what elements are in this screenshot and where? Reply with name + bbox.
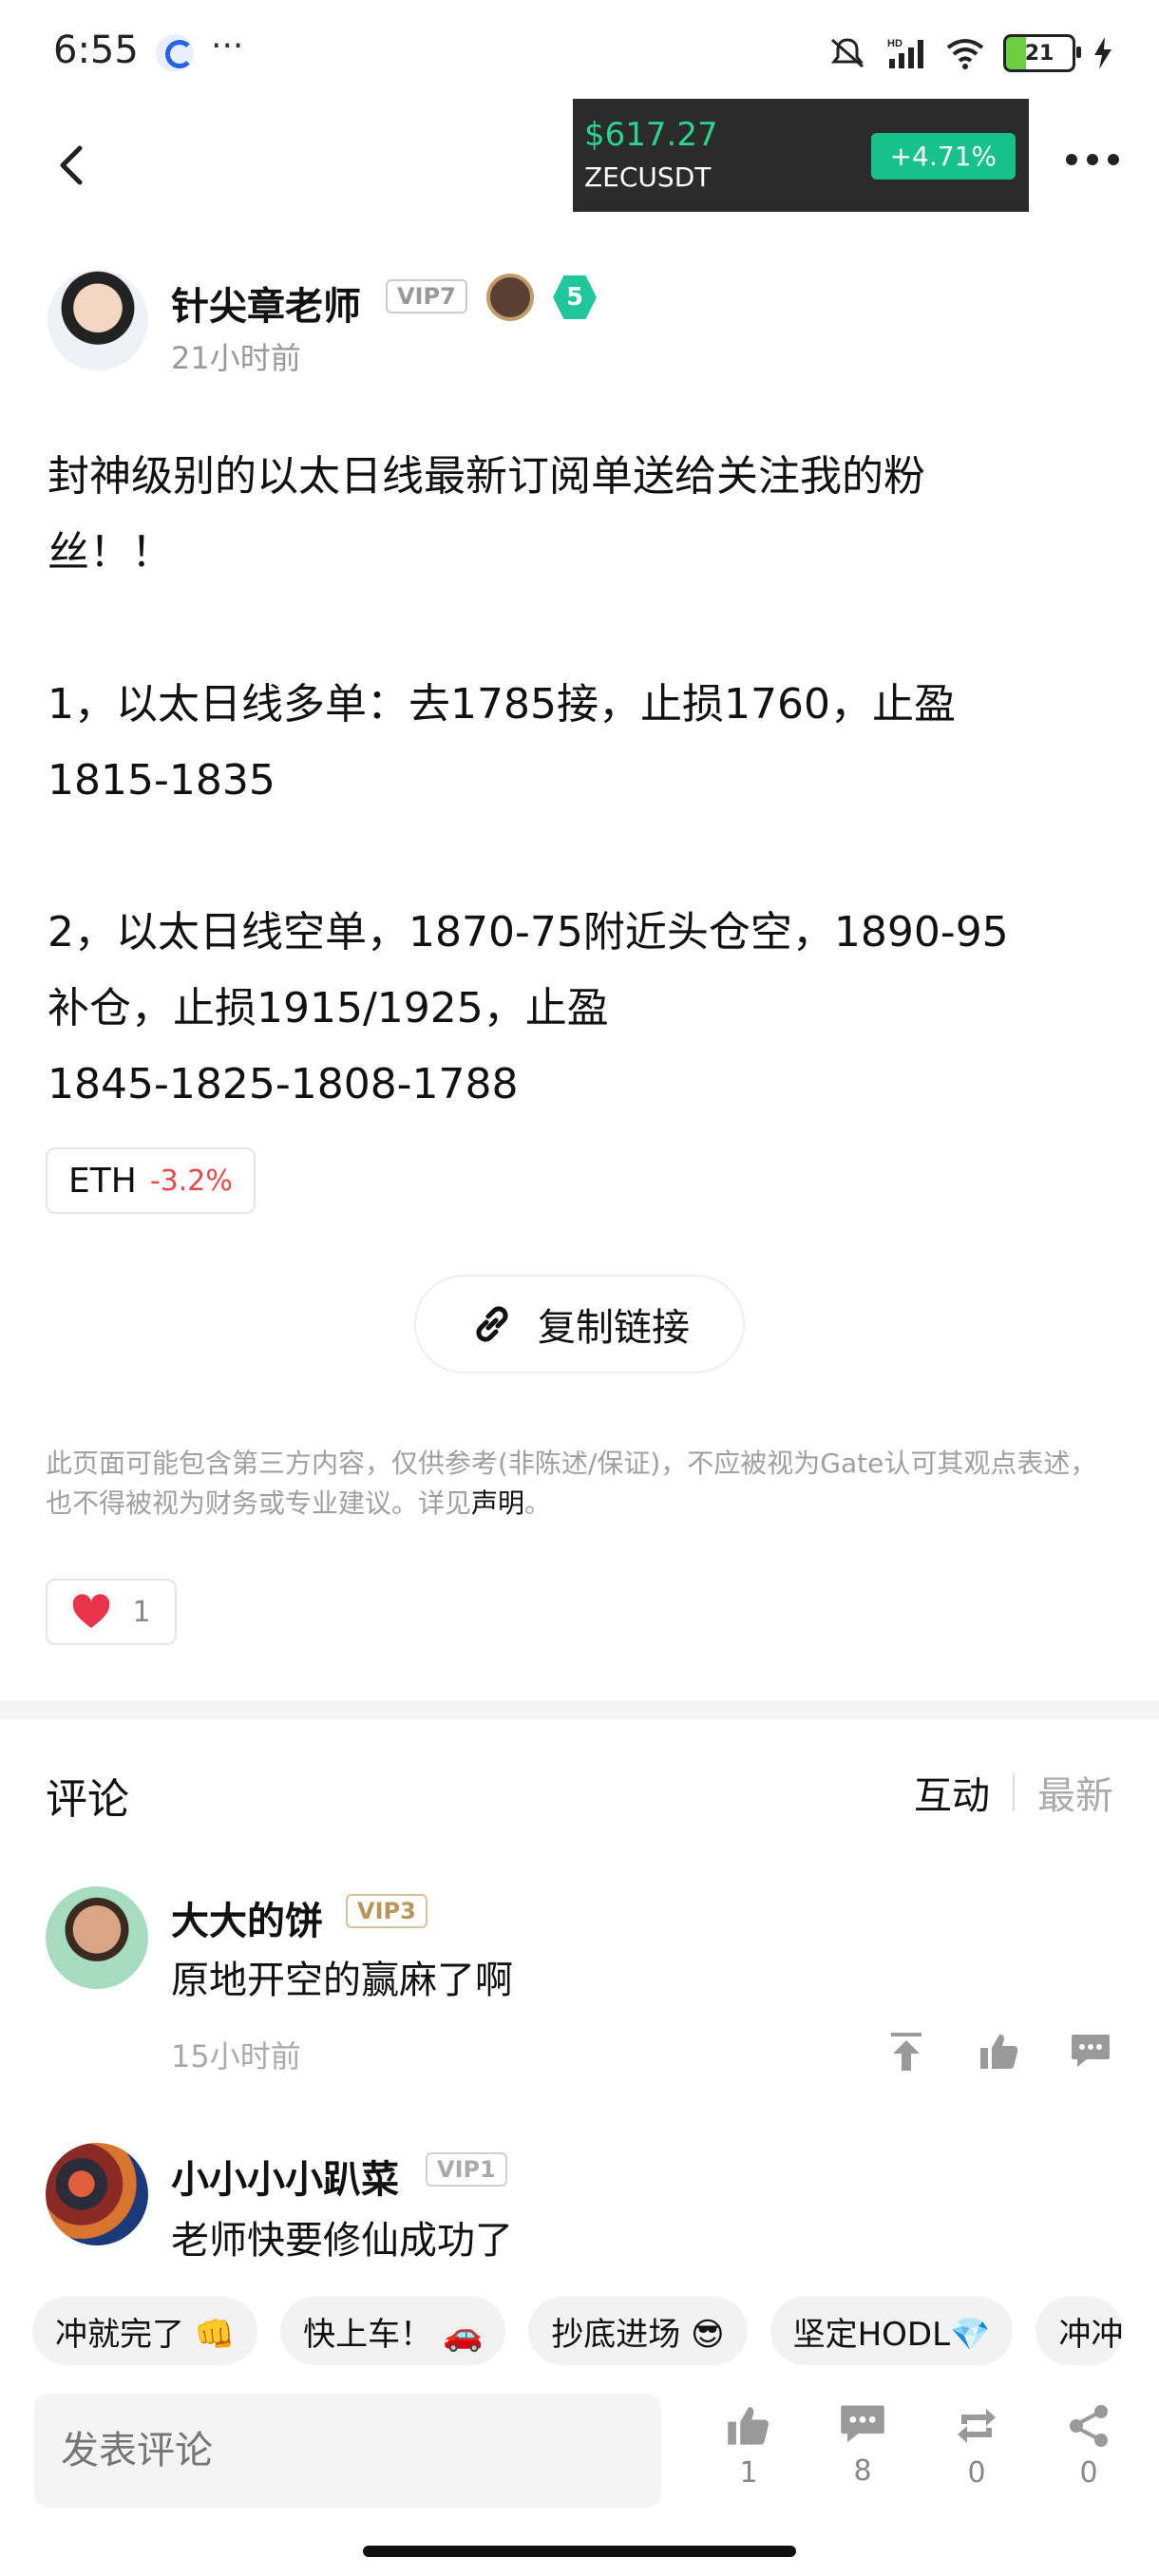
status-time: 6:55: [53, 28, 139, 72]
reply-icon[interactable]: [1070, 2033, 1112, 2071]
level-badge: 5: [553, 275, 597, 319]
quick-reply-chip[interactable]: 抄底进场 😎: [528, 2297, 748, 2365]
wifi-icon: [946, 39, 984, 69]
ticker-card[interactable]: $617.27 ZECUSDT +4.71%: [573, 99, 1029, 212]
heart-icon: [73, 1594, 110, 1628]
like-action[interactable]: 1: [711, 2403, 787, 2490]
comment-input[interactable]: [34, 2394, 661, 2508]
home-indicator[interactable]: [363, 2546, 796, 2557]
copy-link-label: 复制链接: [538, 1306, 690, 1350]
statement-link[interactable]: 声明: [471, 1487, 524, 1519]
more-dot: [1087, 154, 1098, 165]
ticker-price: $617.27: [584, 116, 718, 154]
charging-icon: [1094, 37, 1112, 69]
battery-icon: 21: [1003, 34, 1081, 72]
coin-tag-symbol: ETH: [68, 1161, 137, 1201]
pin-top-icon[interactable]: [887, 2031, 925, 2073]
comment-icon: [841, 2405, 884, 2443]
comments-title: 评论: [46, 1775, 129, 1824]
medal-icon: [486, 274, 534, 321]
more-dot: [1066, 154, 1077, 165]
comment-sort-tabs: 互动 最新: [914, 1765, 1113, 1820]
disclaimer-end: 。: [524, 1487, 552, 1519]
coin-tag-change: -3.2%: [149, 1164, 233, 1198]
share-action[interactable]: 0: [1051, 2403, 1127, 2490]
commenter-name[interactable]: 大大的饼: [171, 1890, 323, 1945]
quick-reply-chip[interactable]: 快上车！ 🚗: [280, 2297, 506, 2365]
ticker-change-badge: +4.71%: [870, 133, 1016, 180]
more-options-button[interactable]: [1066, 154, 1119, 165]
commenter-avatar[interactable]: [46, 1886, 148, 1989]
like-action-count: 1: [739, 2456, 758, 2490]
sort-tab-interaction[interactable]: 互动: [914, 1765, 990, 1820]
quick-reply-chip[interactable]: 冲冲: [1036, 2297, 1124, 2365]
like-count: 1: [132, 1595, 151, 1629]
commenter-vip-badge: VIP3: [346, 1894, 428, 1928]
commenter-avatar[interactable]: [46, 2143, 148, 2245]
author-avatar[interactable]: [48, 270, 148, 370]
repost-icon: [958, 2409, 996, 2443]
commenter-name[interactable]: 小小小小趴菜: [171, 2149, 399, 2204]
quick-reply-chip[interactable]: 冲就完了 👊: [32, 2297, 258, 2365]
commenter-vip-badge: VIP1: [426, 2152, 507, 2187]
share-action-count: 0: [1079, 2456, 1098, 2490]
app-notification-icon: [156, 34, 194, 72]
repost-action[interactable]: 0: [939, 2403, 1015, 2490]
comment-time: 15小时前: [171, 2038, 301, 2074]
more-dot: [1108, 154, 1119, 165]
copy-link-button[interactable]: 复制链接: [414, 1275, 745, 1373]
vip-badge: VIP7: [386, 279, 467, 313]
quick-reply-chip[interactable]: 坚定HODL💎: [770, 2297, 1014, 2365]
mute-bell-icon: [830, 38, 864, 68]
author-name[interactable]: 针尖章老师: [171, 275, 361, 331]
comment-text: 老师快要修仙成功了: [171, 2219, 513, 2263]
comment-action-count: 8: [853, 2454, 872, 2488]
like-button[interactable]: 1: [46, 1579, 177, 1645]
sort-separator: [1013, 1773, 1015, 1811]
disclaimer: 此页面可能包含第三方内容，仅供参考(非陈述/保证)，不应被视为Gate认可其观点…: [46, 1444, 1119, 1524]
status-more-indicator: ···: [211, 27, 244, 66]
thumbs-up-icon: [728, 2407, 769, 2445]
thumbs-up-icon[interactable]: [978, 2031, 1020, 2073]
repost-action-count: 0: [967, 2456, 986, 2490]
ticker-symbol: ZECUSDT: [584, 161, 712, 193]
share-icon: [1070, 2405, 1108, 2447]
comment-text: 原地开空的赢麻了啊: [171, 1959, 513, 2002]
post-content: 封神级别的以太日线最新订阅单送给关注我的粉 丝！！ 1，以太日线多单：去1785…: [48, 452, 1009, 1108]
coin-tag[interactable]: ETH -3.2%: [46, 1147, 256, 1214]
network-type-label: HD: [887, 38, 902, 49]
signal-icon: HD: [887, 38, 923, 68]
quick-replies: 冲就完了 👊 快上车！ 🚗 抄底进场 😎 坚定HODL💎 冲冲: [32, 2297, 1124, 2365]
sort-tab-latest[interactable]: 最新: [1037, 1765, 1113, 1820]
section-divider: [0, 1700, 1159, 1719]
disclaimer-text: 此页面可能包含第三方内容，仅供参考(非陈述/保证)，不应被视为Gate认可其观点…: [46, 1448, 1097, 1519]
status-icons: HD 21: [826, 34, 1113, 72]
comment-action[interactable]: 8: [825, 2403, 901, 2488]
post-time: 21小时前: [171, 340, 301, 376]
link-icon: [476, 1306, 508, 1342]
back-button[interactable]: [53, 142, 91, 188]
